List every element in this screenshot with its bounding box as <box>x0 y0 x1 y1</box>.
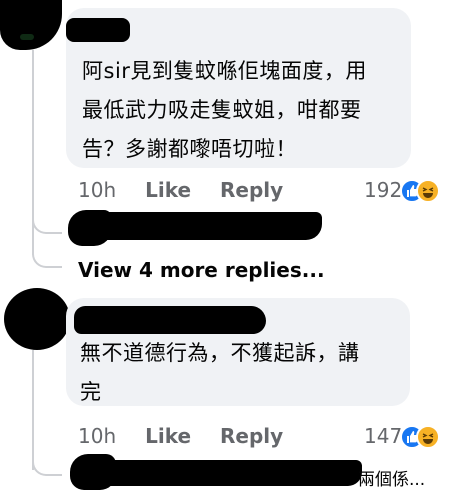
haha-reaction-icon <box>416 425 440 449</box>
reaction-summary[interactable]: 192 <box>364 178 444 204</box>
reaction-summary[interactable]: 147 <box>364 424 444 450</box>
reply-author-name[interactable] <box>100 460 362 486</box>
reaction-count: 192 <box>364 178 403 202</box>
haha-reaction-icon <box>416 179 440 203</box>
thread-branch <box>32 200 62 234</box>
thread-branch <box>32 446 62 476</box>
comment-text: 無不道德行為，不獲起訴，講 完 <box>80 341 360 404</box>
avatar[interactable] <box>4 288 70 350</box>
reply-text-snippet: 兩個係... <box>358 470 426 490</box>
comment-actions: 10h Like Reply <box>78 424 305 448</box>
author-name[interactable] <box>74 306 266 334</box>
reply-button[interactable]: Reply <box>220 424 283 448</box>
reply-button[interactable]: Reply <box>220 178 283 202</box>
reply-author-name[interactable] <box>96 212 322 240</box>
like-button[interactable]: Like <box>145 424 191 448</box>
comment-actions: 10h Like Reply <box>78 178 305 202</box>
view-more-replies-link[interactable]: View 4 more replies... <box>78 258 325 282</box>
thread-branch <box>32 232 62 268</box>
avatar[interactable] <box>0 0 62 50</box>
like-button[interactable]: Like <box>145 178 191 202</box>
reaction-count: 147 <box>364 424 403 448</box>
comment-bubble: 無不道德行為，不獲起訴，講 完 <box>66 298 410 406</box>
timestamp[interactable]: 10h <box>78 424 116 448</box>
comment-text: 阿sir見到隻蚊喺佢塊面度，用 最低武力吸走隻蚊姐，咁都要 告？多謝都嚟唔切啦！ <box>82 59 367 161</box>
comment-bubble: 阿sir見到隻蚊喺佢塊面度，用 最低武力吸走隻蚊姐，咁都要 告？多謝都嚟唔切啦！ <box>66 8 411 168</box>
author-name[interactable] <box>66 18 130 42</box>
timestamp[interactable]: 10h <box>78 178 116 202</box>
